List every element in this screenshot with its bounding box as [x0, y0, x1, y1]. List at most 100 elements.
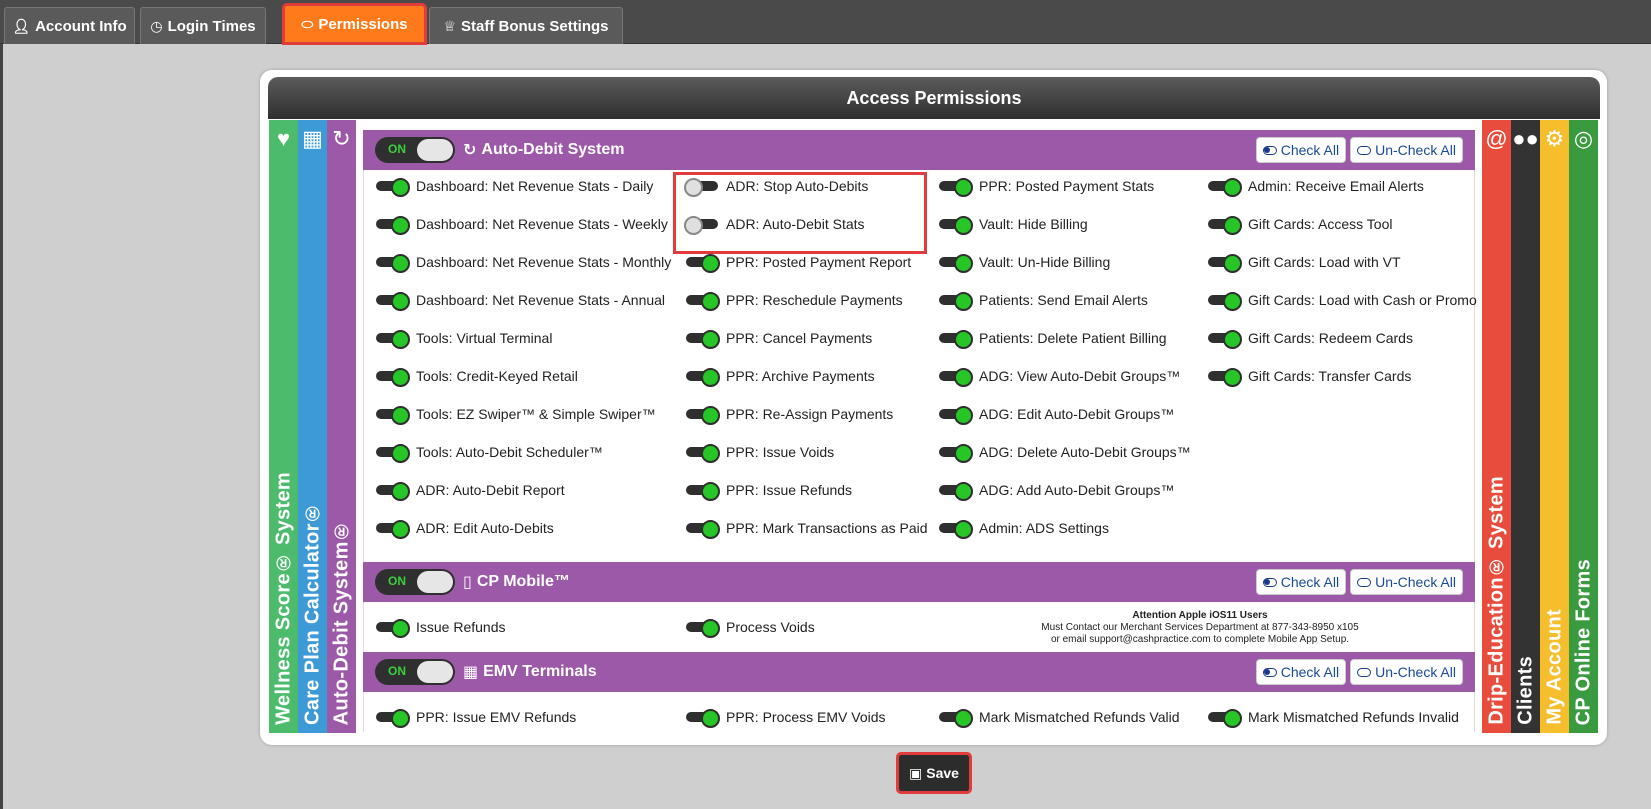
- permission-toggle[interactable]: [939, 292, 973, 311]
- permission-item[interactable]: Gift Cards: Load with VT: [1208, 254, 1401, 273]
- section-toggle[interactable]: ON: [375, 569, 455, 595]
- save-button[interactable]: ▣ Save: [896, 752, 972, 794]
- permission-item[interactable]: Gift Cards: Access Tool: [1208, 216, 1392, 235]
- permission-item[interactable]: ADR: Stop Auto-Debits: [684, 178, 868, 197]
- permission-toggle[interactable]: [939, 178, 973, 197]
- permission-item[interactable]: Mark Mismatched Refunds Valid: [939, 709, 1179, 728]
- permission-item[interactable]: ADR: Auto-Debit Stats: [684, 216, 865, 235]
- permission-toggle[interactable]: [376, 292, 410, 311]
- permission-toggle[interactable]: [376, 254, 410, 273]
- permission-toggle[interactable]: [686, 330, 720, 349]
- permission-toggle[interactable]: [376, 482, 410, 501]
- permission-toggle[interactable]: [376, 619, 410, 638]
- sidebar-wellness-score[interactable]: ♥ Wellness Score® System: [269, 120, 298, 733]
- permission-toggle[interactable]: [686, 368, 720, 387]
- permission-item[interactable]: Tools: Credit-Keyed Retail: [376, 368, 578, 387]
- permission-item[interactable]: ADG: Add Auto-Debit Groups™: [939, 482, 1174, 501]
- permission-item[interactable]: PPR: Posted Payment Stats: [939, 178, 1154, 197]
- check-all-button[interactable]: Check All: [1255, 137, 1347, 163]
- permission-toggle[interactable]: [686, 619, 720, 638]
- permission-toggle[interactable]: [1208, 330, 1242, 349]
- permission-toggle[interactable]: [376, 520, 410, 539]
- permission-toggle[interactable]: [376, 330, 410, 349]
- permission-toggle[interactable]: [686, 254, 720, 273]
- permission-toggle[interactable]: [939, 444, 973, 463]
- section-toggle[interactable]: ON: [375, 659, 455, 685]
- permission-toggle[interactable]: [686, 406, 720, 425]
- permission-toggle[interactable]: [686, 292, 720, 311]
- permission-item[interactable]: Process Voids: [686, 619, 815, 638]
- permission-toggle[interactable]: [686, 520, 720, 539]
- permission-toggle[interactable]: [684, 178, 718, 197]
- permission-toggle[interactable]: [376, 178, 410, 197]
- sidebar-cp-online-forms[interactable]: ◎ CP Online Forms: [1569, 120, 1598, 733]
- permission-item[interactable]: Tools: EZ Swiper™ & Simple Swiper™: [376, 406, 656, 425]
- permission-toggle[interactable]: [939, 330, 973, 349]
- permission-item[interactable]: Patients: Delete Patient Billing: [939, 330, 1167, 349]
- permission-toggle[interactable]: [1208, 292, 1242, 311]
- permission-toggle[interactable]: [939, 520, 973, 539]
- permission-item[interactable]: Vault: Hide Billing: [939, 216, 1088, 235]
- permission-item[interactable]: PPR: Mark Transactions as Paid: [686, 520, 928, 539]
- uncheck-all-button[interactable]: Un-Check All: [1350, 659, 1463, 685]
- sidebar-clients[interactable]: ●● Clients: [1511, 120, 1540, 733]
- permission-toggle[interactable]: [376, 709, 410, 728]
- permission-toggle[interactable]: [939, 482, 973, 501]
- permission-toggle[interactable]: [376, 406, 410, 425]
- permission-item[interactable]: Tools: Virtual Terminal: [376, 330, 552, 349]
- check-all-button[interactable]: Check All: [1255, 659, 1347, 685]
- permission-item[interactable]: Mark Mismatched Refunds Invalid: [1208, 709, 1459, 728]
- permission-item[interactable]: Patients: Send Email Alerts: [939, 292, 1148, 311]
- permission-toggle[interactable]: [1208, 368, 1242, 387]
- permission-item[interactable]: ADG: Delete Auto-Debit Groups™: [939, 444, 1191, 463]
- permission-item[interactable]: ADG: Edit Auto-Debit Groups™: [939, 406, 1174, 425]
- permission-toggle[interactable]: [376, 368, 410, 387]
- permission-item[interactable]: PPR: Cancel Payments: [686, 330, 872, 349]
- permission-item[interactable]: PPR: Issue Voids: [686, 444, 834, 463]
- permission-item[interactable]: Dashboard: Net Revenue Stats - Weekly: [376, 216, 668, 235]
- permission-toggle[interactable]: [939, 254, 973, 273]
- uncheck-all-button[interactable]: Un-Check All: [1350, 569, 1463, 595]
- permission-item[interactable]: Dashboard: Net Revenue Stats - Monthly: [376, 254, 671, 273]
- permission-toggle[interactable]: [1208, 254, 1242, 273]
- permission-toggle[interactable]: [1208, 709, 1242, 728]
- permission-toggle[interactable]: [686, 709, 720, 728]
- sidebar-drip-education[interactable]: @ Drip-Education® System: [1482, 120, 1511, 733]
- tab-login-times[interactable]: ◷ Login Times: [140, 7, 266, 44]
- permission-item[interactable]: ADG: View Auto-Debit Groups™: [939, 368, 1180, 387]
- permission-toggle[interactable]: [1208, 178, 1242, 197]
- sidebar-care-plan-calculator[interactable]: ▦ Care Plan Calculator®: [298, 120, 327, 733]
- sidebar-my-account[interactable]: ⚙ My Account: [1540, 120, 1569, 733]
- permission-item[interactable]: PPR: Issue EMV Refunds: [376, 709, 576, 728]
- permission-toggle[interactable]: [686, 444, 720, 463]
- permission-item[interactable]: ADR: Auto-Debit Report: [376, 482, 565, 501]
- permission-toggle[interactable]: [939, 216, 973, 235]
- permission-item[interactable]: Dashboard: Net Revenue Stats - Daily: [376, 178, 653, 197]
- permission-toggle[interactable]: [939, 368, 973, 387]
- permission-item[interactable]: Tools: Auto-Debit Scheduler™: [376, 444, 603, 463]
- permission-item[interactable]: Gift Cards: Load with Cash or Promo: [1208, 292, 1477, 311]
- permission-item[interactable]: Vault: Un-Hide Billing: [939, 254, 1110, 273]
- permission-item[interactable]: PPR: Reschedule Payments: [686, 292, 903, 311]
- tab-account-info[interactable]: 👤︎ Account Info: [4, 7, 135, 44]
- permission-toggle[interactable]: [376, 444, 410, 463]
- permission-toggle[interactable]: [686, 482, 720, 501]
- permission-item[interactable]: Issue Refunds: [376, 619, 506, 638]
- permission-item[interactable]: Dashboard: Net Revenue Stats - Annual: [376, 292, 665, 311]
- permission-toggle[interactable]: [939, 709, 973, 728]
- permission-item[interactable]: Admin: ADS Settings: [939, 520, 1109, 539]
- section-toggle[interactable]: ON: [375, 137, 455, 163]
- permission-item[interactable]: Gift Cards: Redeem Cards: [1208, 330, 1413, 349]
- permission-item[interactable]: PPR: Re-Assign Payments: [686, 406, 893, 425]
- permission-toggle[interactable]: [684, 216, 718, 235]
- permission-item[interactable]: PPR: Process EMV Voids: [686, 709, 886, 728]
- uncheck-all-button[interactable]: Un-Check All: [1350, 137, 1463, 163]
- permission-item[interactable]: PPR: Archive Payments: [686, 368, 875, 387]
- sidebar-auto-debit-system[interactable]: ↻ Auto-Debit System®: [327, 120, 356, 733]
- permission-item[interactable]: Gift Cards: Transfer Cards: [1208, 368, 1411, 387]
- check-all-button[interactable]: Check All: [1255, 569, 1347, 595]
- tab-staff-bonus-settings[interactable]: ♕ Staff Bonus Settings: [429, 7, 623, 44]
- permission-toggle[interactable]: [376, 216, 410, 235]
- permission-toggle[interactable]: [939, 406, 973, 425]
- permission-item[interactable]: Admin: Receive Email Alerts: [1208, 178, 1424, 197]
